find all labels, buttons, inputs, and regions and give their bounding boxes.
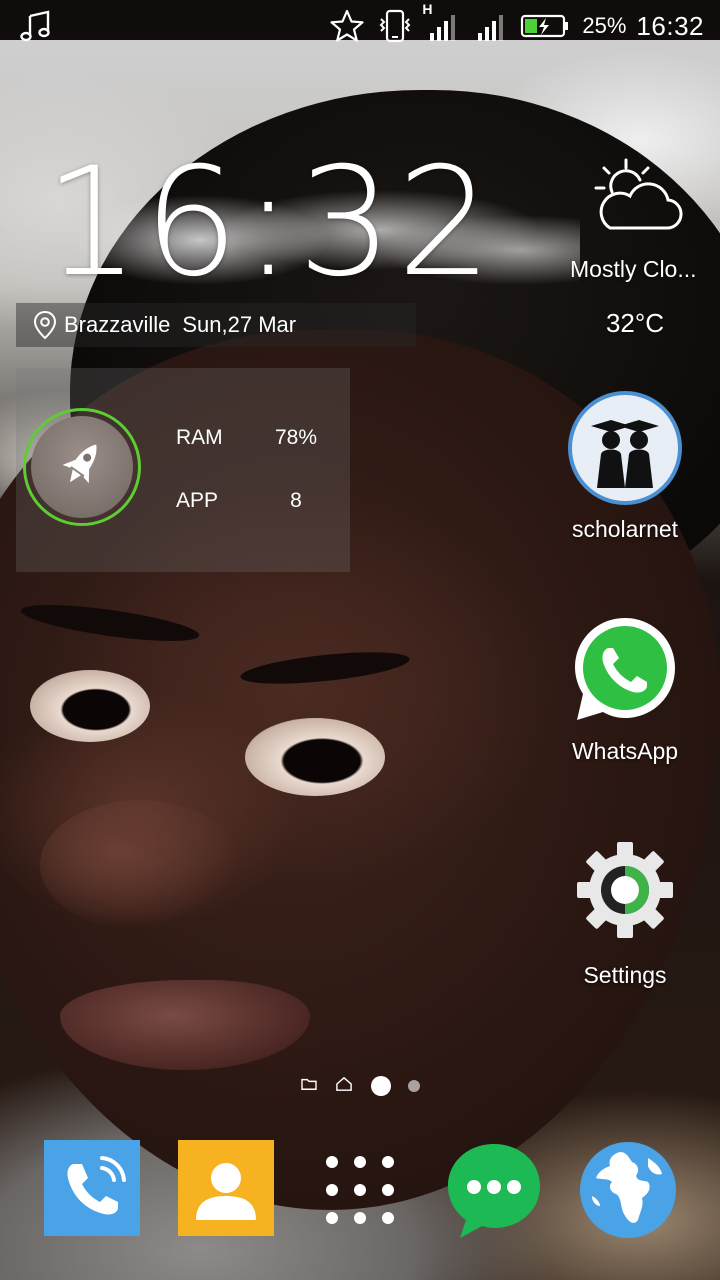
app-stat: APP 8 <box>176 489 326 519</box>
ram-label: RAM <box>176 426 223 449</box>
date-label: Sun,27 Mar <box>182 312 297 337</box>
page-dot-active[interactable] <box>370 1076 391 1096</box>
browser-globe-icon <box>578 1142 678 1244</box>
app-drawer-icon <box>310 1156 410 1244</box>
dock-browser-button[interactable] <box>578 1140 678 1240</box>
ram-stat: RAM 78% <box>176 426 326 456</box>
battery-percent: 25% <box>582 13 627 38</box>
app-value: 8 <box>290 489 302 512</box>
dock-contacts-button[interactable] <box>178 1140 278 1240</box>
whatsapp-icon <box>567 612 683 728</box>
app-label-scholarnet: scholarnet <box>571 516 679 542</box>
wallpaper-eye-left <box>30 670 150 742</box>
network-type-label: H <box>422 1 433 17</box>
status-bar: H 25% 16:32 <box>0 0 720 52</box>
dock-messages-button[interactable] <box>444 1140 544 1240</box>
app-settings[interactable]: Settings <box>550 836 700 989</box>
settings-icon <box>567 836 683 952</box>
location-date-bar[interactable]: Brazzaville Sun,27 Mar <box>16 303 416 347</box>
battery-charging-icon <box>520 7 570 45</box>
location-pin-icon <box>32 310 58 340</box>
dock-phone-button[interactable] <box>44 1140 144 1240</box>
weather-condition: Mostly Clo... <box>570 256 697 282</box>
star-icon[interactable] <box>328 7 366 45</box>
wallpaper-eye-right <box>245 718 385 796</box>
rocket-icon <box>53 436 111 499</box>
music-note-icon[interactable] <box>18 8 54 44</box>
clock-time-text: 16:32 <box>44 136 497 310</box>
page-indicator[interactable] <box>300 1072 420 1100</box>
memory-booster-widget: RAM 78% APP 8 <box>16 368 350 572</box>
app-label: APP <box>176 489 219 512</box>
messages-icon <box>444 1144 544 1244</box>
home-icon[interactable] <box>335 1076 353 1097</box>
clock-widget-time[interactable]: 16:32 <box>44 148 496 298</box>
partly-cloudy-icon[interactable] <box>588 156 684 236</box>
weather-temperature: 32°C <box>605 308 665 338</box>
signal-icon <box>472 7 510 45</box>
location-city: Brazzaville <box>64 312 171 337</box>
scholarnet-icon <box>567 390 683 506</box>
page-dot[interactable] <box>407 1080 420 1092</box>
status-time: 16:32 <box>636 10 704 41</box>
phone-dialer-icon <box>44 1140 144 1244</box>
wallpaper-nose <box>40 800 240 930</box>
boost-button[interactable] <box>31 416 133 518</box>
app-label-whatsapp: WhatsApp <box>571 738 679 764</box>
signal-h-icon: H <box>422 1 462 45</box>
app-label-settings: Settings <box>583 962 667 988</box>
app-scholarnet[interactable]: scholarnet <box>550 390 700 543</box>
contacts-icon <box>178 1140 278 1244</box>
folder-icon[interactable] <box>300 1077 318 1096</box>
phone-vibrate-icon <box>376 7 414 45</box>
app-whatsapp[interactable]: WhatsApp <box>550 612 700 765</box>
dock-app-drawer-button[interactable] <box>310 1140 410 1240</box>
status-icons: H 25% 16:32 <box>328 1 704 46</box>
ram-value: 78% <box>274 426 318 449</box>
